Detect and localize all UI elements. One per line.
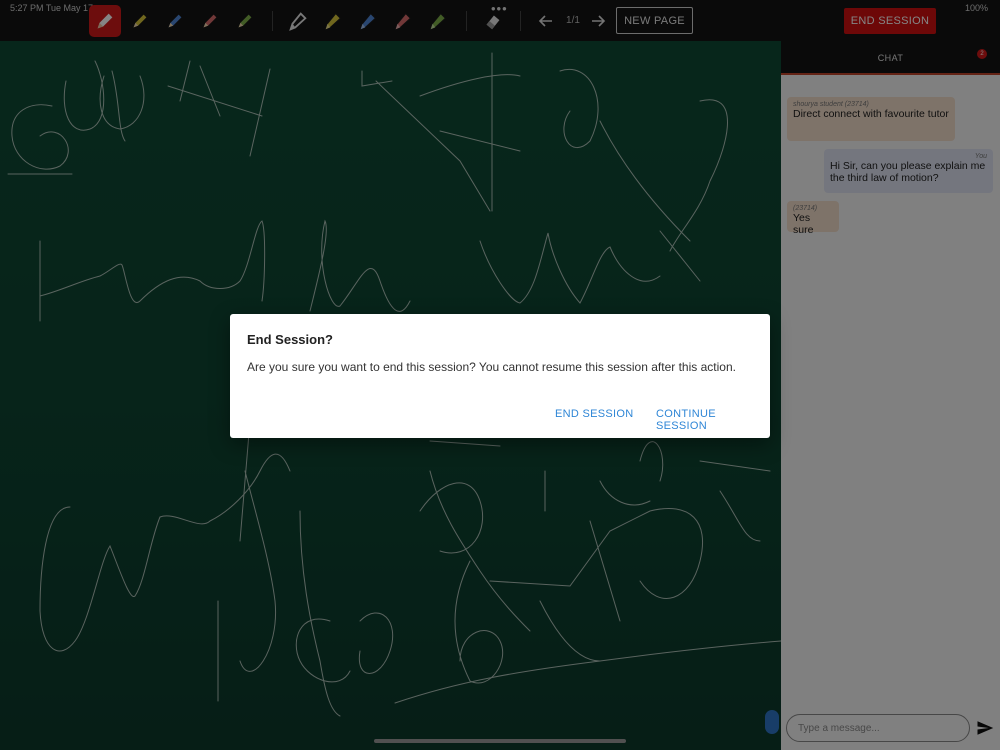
confirm-end-session-button[interactable]: END SESSION	[555, 408, 634, 420]
dialog-message: Are you sure you want to end this sessio…	[247, 360, 736, 374]
app-window: 5:27 PM Tue May 17 100% ••• 1/1 NEW PAGE…	[0, 0, 1000, 750]
end-session-dialog: End Session? Are you sure you want to en…	[230, 314, 770, 438]
continue-session-button[interactable]: CONTINUE SESSION	[656, 408, 770, 432]
dialog-title: End Session?	[247, 332, 333, 347]
